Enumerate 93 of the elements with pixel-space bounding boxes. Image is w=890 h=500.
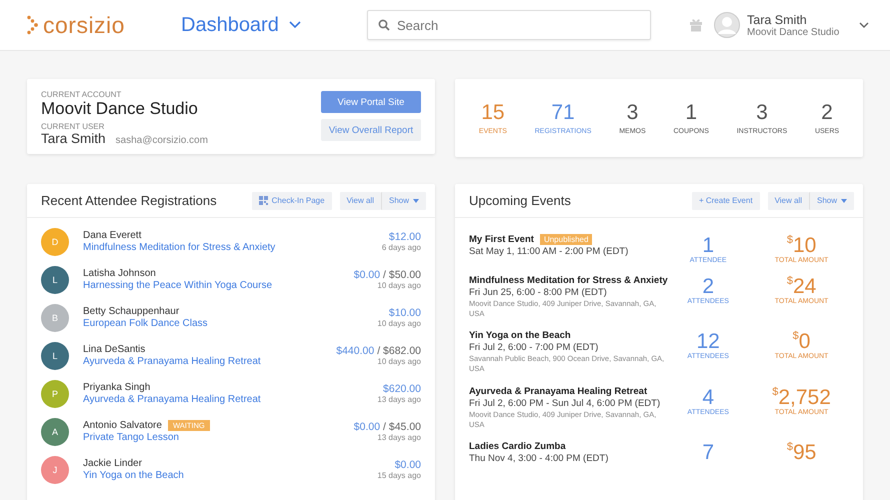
- check-in-button[interactable]: Check-In Page: [252, 192, 332, 210]
- view-all-button[interactable]: View all: [340, 192, 381, 210]
- event-date: Thu Nov 4, 3:00 - 4:00 PM (EDT): [469, 452, 610, 464]
- event-link[interactable]: Ayurveda & Pranayama Healing Retreat: [83, 356, 336, 367]
- event-title[interactable]: My First Event: [469, 234, 534, 245]
- event-date: Fri Jul 2, 6:00 PM - Sun Jul 4, 6:00 PM (EDT): [469, 398, 662, 409]
- time-ago: 10 days ago: [377, 357, 421, 366]
- panel-title: Upcoming Events: [469, 193, 572, 208]
- event-title[interactable]: Yin Yoga on the Beach: [469, 330, 571, 342]
- user-organization: Moovit Dance Studio: [747, 26, 840, 38]
- user-name: Tara Smith: [747, 12, 808, 26]
- event-link[interactable]: Harnessing the Peace Within Yoga Course: [83, 280, 354, 291]
- event-date: Fri Jun 25, 6:00 - 8:00 PM (EDT): [469, 287, 608, 298]
- paid-amount: $12.00: [388, 231, 421, 243]
- time-ago: 15 days ago: [377, 471, 421, 480]
- chevron-down-icon: [288, 21, 301, 29]
- attendee-count: 1: [702, 234, 714, 257]
- total-amount: $^{$}$95: [786, 440, 816, 464]
- event-title[interactable]: Ladies Cardio Zumba: [469, 440, 566, 452]
- event-date: Fri Jul 2, 6:00 - 7:00 PM (EDT): [469, 342, 600, 354]
- stat-value[interactable]: 2: [821, 100, 833, 124]
- view-all-button[interactable]: View all: [768, 192, 809, 210]
- stat-value[interactable]: 1: [685, 100, 698, 124]
- current-user-name: Tara Smith: [41, 131, 106, 146]
- time-ago: 10 days ago: [377, 319, 421, 328]
- status-badge: Unpublished: [540, 234, 592, 245]
- avatar: D: [41, 228, 69, 256]
- attendee-count: 7: [702, 440, 714, 464]
- total-amount: $^{$}$0: [792, 330, 810, 354]
- attendee-name: Jackie Linder: [83, 458, 142, 469]
- paid-amount: $0.00: [394, 459, 421, 471]
- event-link[interactable]: Yin Yoga on the Beach: [83, 470, 378, 481]
- panel-title: Recent Attendee Registrations: [41, 193, 218, 208]
- total-amount: $^{$}$24: [786, 275, 816, 298]
- show-dropdown[interactable]: Show: [380, 192, 426, 210]
- stat-value[interactable]: 3: [626, 100, 638, 124]
- attendee-name: Latisha Johnson: [83, 268, 156, 279]
- avatar: L: [41, 266, 69, 294]
- search-field[interactable]: Search: [367, 10, 651, 40]
- user-label: CURRENT USER: [41, 122, 106, 131]
- time-ago: 13 days ago: [377, 433, 421, 442]
- event-link[interactable]: Ayurveda & Pranayama Healing Retreat: [83, 394, 378, 405]
- chevron-down-icon[interactable]: [859, 22, 869, 28]
- caret-icon: [841, 198, 847, 202]
- attendee-count: 4: [702, 386, 714, 409]
- stat-value[interactable]: 15: [481, 100, 505, 124]
- avatar: J: [41, 456, 69, 484]
- total-amount: / $50.00: [383, 269, 421, 281]
- show-dropdown[interactable]: Show: [808, 192, 854, 210]
- event-link[interactable]: European Folk Dance Class: [83, 318, 378, 329]
- caret-icon: [413, 198, 419, 202]
- time-ago: 13 days ago: [377, 395, 421, 404]
- stat-value[interactable]: 3: [756, 100, 768, 124]
- paid-amount: $0.00: [354, 421, 380, 433]
- total-amount: / $45.00: [383, 421, 421, 433]
- attendee-name: Antonio Salvatore: [83, 420, 162, 431]
- time-ago: 10 days ago: [377, 281, 421, 290]
- attendee-name: Betty Schauppenhaur: [83, 306, 180, 317]
- event-link[interactable]: Mindfulness Meditation for Stress & Anxiety: [83, 242, 382, 253]
- avatar: P: [41, 380, 69, 408]
- gift-icon[interactable]: [689, 18, 703, 32]
- dashboard-menu[interactable]: Dashboard: [181, 14, 367, 36]
- total-amount: $^{$}$2,752: [772, 386, 831, 409]
- logo-text[interactable]: corsizio: [43, 12, 125, 38]
- avatar: L: [41, 342, 69, 370]
- create-event-button[interactable]: + Create Event: [692, 192, 760, 210]
- paid-amount: $10.00: [388, 307, 421, 319]
- stat-value[interactable]: 71: [551, 100, 575, 124]
- total-amount: $^{$}$10: [786, 234, 816, 257]
- event-link[interactable]: Private Tango Lesson: [83, 432, 354, 443]
- event-title[interactable]: Mindfulness Meditation for Stress & Anxiety: [469, 275, 668, 286]
- attendee-name: Lina DeSantis: [83, 344, 146, 355]
- logo-icon: [26, 15, 40, 35]
- attendee-name: Dana Everett: [83, 230, 142, 241]
- total-amount: / $682.00: [377, 345, 421, 357]
- paid-amount: $440.00: [336, 345, 374, 357]
- attendee-name: Priyanka Singh: [83, 382, 150, 393]
- avatar-icon[interactable]: [714, 12, 740, 38]
- avatar: B: [41, 304, 69, 332]
- paid-amount: $0.00: [354, 269, 380, 281]
- qr-icon: [258, 196, 268, 205]
- time-ago: 6 days ago: [382, 243, 421, 252]
- paid-amount: $620.00: [383, 383, 421, 395]
- account-name: Moovit Dance Studio: [41, 99, 199, 119]
- attendee-count: 2: [702, 275, 714, 298]
- attendee-count: 12: [696, 330, 720, 354]
- avatar: A: [41, 418, 69, 446]
- user-email: sasha@corsizio.com: [116, 135, 208, 146]
- event-title[interactable]: Ayurveda & Pranayama Healing Retreat: [469, 386, 648, 397]
- event-date: Sat May 1, 11:00 AM - 2:00 PM (EDT): [469, 246, 630, 257]
- portal-button[interactable]: View Portal Site: [321, 91, 421, 113]
- account-label: CURRENT ACCOUNT: [41, 90, 122, 99]
- report-button[interactable]: View Overall Report: [321, 119, 421, 141]
